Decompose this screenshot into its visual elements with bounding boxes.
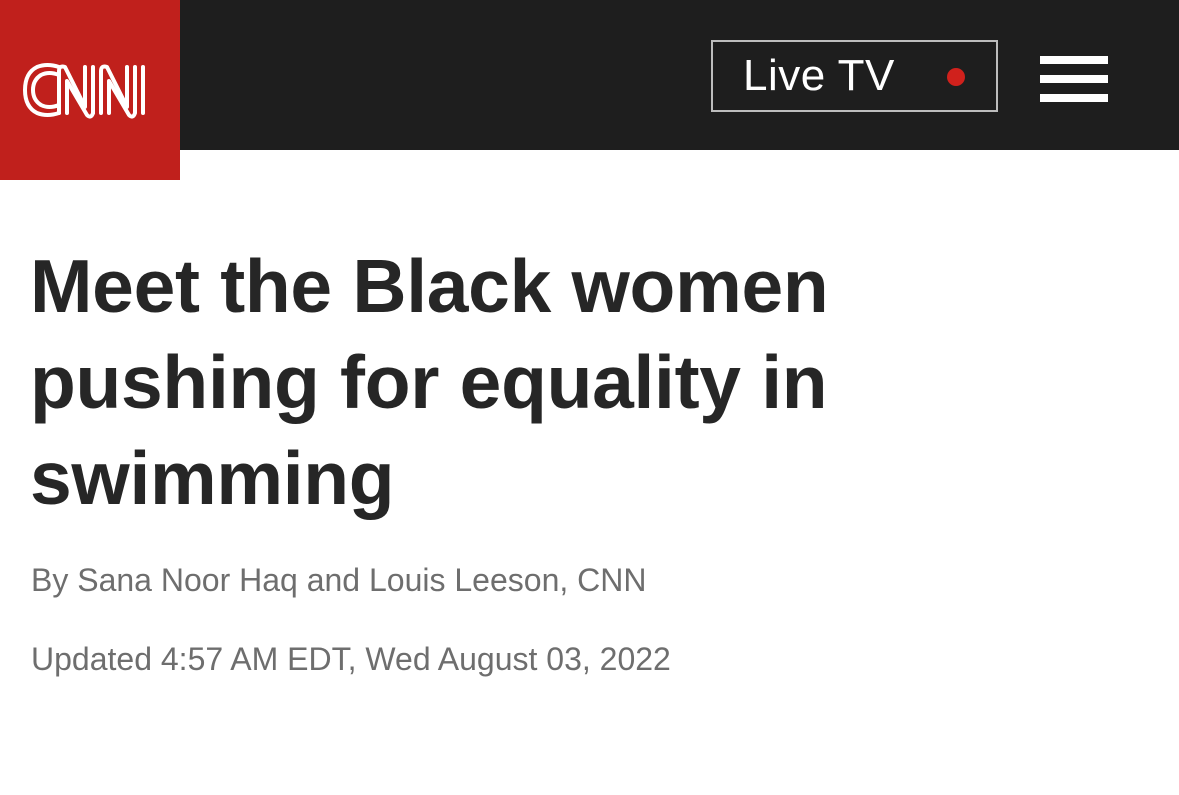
article-headline: Meet the Black women pushing for equalit…	[30, 244, 829, 520]
cnn-logo	[23, 63, 145, 119]
hamburger-menu-icon	[1040, 56, 1108, 64]
article-page: Live TV Meet the Black women pushing for…	[0, 0, 1179, 795]
live-tv-label: Live TV	[743, 51, 895, 100]
live-indicator-dot-icon	[947, 68, 965, 86]
article-updated-timestamp: Updated 4:57 AM EDT, Wed August 03, 2022	[31, 641, 671, 677]
menu-button[interactable]	[1040, 56, 1108, 102]
live-tv-button[interactable]: Live TV	[711, 40, 998, 112]
article-byline: By Sana Noor Haq and Louis Leeson, CNN	[31, 562, 647, 598]
cnn-logo-link[interactable]	[0, 0, 180, 180]
